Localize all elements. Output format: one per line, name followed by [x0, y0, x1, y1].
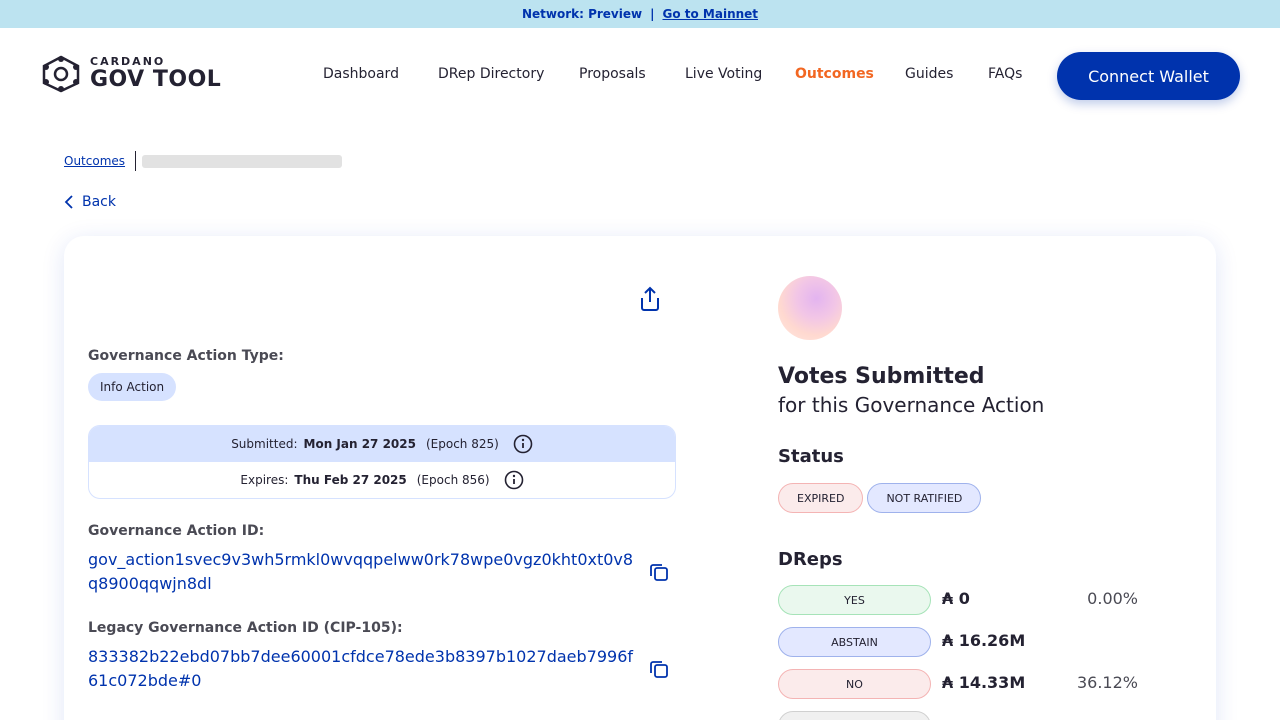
header: CARDANO GOV TOOL Dashboard DRep Director… — [0, 28, 1280, 120]
network-banner: Network: Preview | Go to Mainnet — [0, 0, 1280, 28]
action-id-value: gov_action1svec9v3wh5rmkl0wvqqpelww0rk78… — [88, 550, 634, 593]
expires-row: Expires: Thu Feb 27 2025 (Epoch 856) — [89, 462, 675, 498]
nav-guides[interactable]: Guides — [905, 66, 953, 82]
expires-prefix: Expires: — [240, 473, 289, 487]
votes-title: Votes Submitted — [778, 364, 985, 389]
expires-epoch: (Epoch 856) — [416, 473, 490, 487]
vote-no-percent: 36.12% — [1076, 673, 1138, 692]
votes-orb-illustration — [778, 276, 842, 340]
share-icon — [641, 286, 659, 311]
status-expired-badge: EXPIRED — [778, 483, 864, 513]
submitted-epoch: (Epoch 825) — [425, 437, 499, 451]
action-type-chip: Info Action — [88, 373, 177, 401]
chevron-left-icon — [64, 195, 73, 209]
copy-legacy-id-button[interactable] — [648, 658, 670, 684]
vote-no-badge: NO — [778, 669, 931, 699]
copy-icon — [650, 564, 668, 581]
cardano-logo-icon — [42, 55, 80, 93]
nav-faqs[interactable]: FAQs — [988, 66, 1022, 82]
vote-abstain-badge: ABSTAIN — [778, 627, 931, 657]
vote-row-partial — [778, 711, 1138, 720]
expires-date: Thu Feb 27 2025 — [294, 473, 407, 487]
vote-row-no: NO ₳ 14.33M 36.12% — [778, 669, 1138, 699]
nav-live-voting[interactable]: Live Voting — [685, 66, 762, 82]
go-to-mainnet-link[interactable]: Go to Mainnet — [662, 7, 758, 21]
status-chips: EXPIRED NOT RATIFIED — [778, 483, 982, 513]
vote-other-badge — [778, 711, 931, 720]
action-type-label: Governance Action Type: — [88, 348, 284, 364]
logo[interactable]: CARDANO GOV TOOL — [40, 55, 221, 93]
status-heading: Status — [778, 446, 844, 467]
info-icon[interactable] — [504, 470, 524, 490]
connect-wallet-button[interactable]: Connect Wallet — [1057, 52, 1240, 100]
action-dates: Submitted: Mon Jan 27 2025 (Epoch 825) E… — [88, 425, 676, 499]
info-icon[interactable] — [513, 434, 533, 454]
legacy-id-label: Legacy Governance Action ID (CIP-105): — [88, 620, 403, 636]
back-button[interactable]: Back — [64, 194, 116, 210]
dreps-heading: DReps — [778, 549, 843, 570]
governance-action-card: Governance Action Type: Info Action Subm… — [64, 236, 1216, 720]
vote-row-abstain: ABSTAIN ₳ 16.26M — [778, 627, 1138, 657]
network-separator: | — [650, 7, 655, 21]
status-not-ratified-badge: NOT RATIFIED — [867, 483, 982, 513]
votes-subtitle: for this Governance Action — [778, 393, 1045, 417]
breadcrumb: Outcomes — [64, 151, 343, 171]
vote-row-yes: YES ₳ 0 0.00% — [778, 585, 1138, 615]
logo-big-text: GOV TOOL — [90, 67, 222, 92]
share-button[interactable] — [638, 286, 662, 316]
submitted-prefix: Submitted: — [231, 437, 298, 451]
breadcrumb-divider — [135, 151, 137, 171]
copy-action-id-button[interactable] — [648, 561, 670, 587]
vote-abstain-amount: ₳ 16.26M — [942, 631, 1026, 650]
submitted-row: Submitted: Mon Jan 27 2025 (Epoch 825) — [89, 426, 675, 462]
nav-outcomes[interactable]: Outcomes — [795, 66, 874, 82]
submitted-date: Mon Jan 27 2025 — [303, 437, 416, 451]
vote-yes-badge: YES — [778, 585, 931, 615]
nav-dashboard[interactable]: Dashboard — [323, 66, 399, 82]
vote-no-amount: ₳ 14.33M — [942, 673, 1026, 692]
action-id-label: Governance Action ID: — [88, 523, 265, 539]
copy-icon — [650, 661, 668, 678]
vote-yes-amount: ₳ 0 — [942, 589, 970, 608]
legacy-id-value: 833382b22ebd07bb7dee60001cfdce78ede3b839… — [88, 647, 634, 690]
breadcrumb-outcomes[interactable]: Outcomes — [64, 154, 125, 168]
nav-proposals[interactable]: Proposals — [579, 66, 646, 82]
breadcrumb-loading-placeholder — [142, 154, 343, 168]
nav-drep-directory[interactable]: DRep Directory — [438, 66, 544, 82]
back-label: Back — [82, 194, 116, 210]
network-label: Network: Preview — [521, 7, 643, 21]
vote-yes-percent: 0.00% — [1087, 589, 1138, 608]
